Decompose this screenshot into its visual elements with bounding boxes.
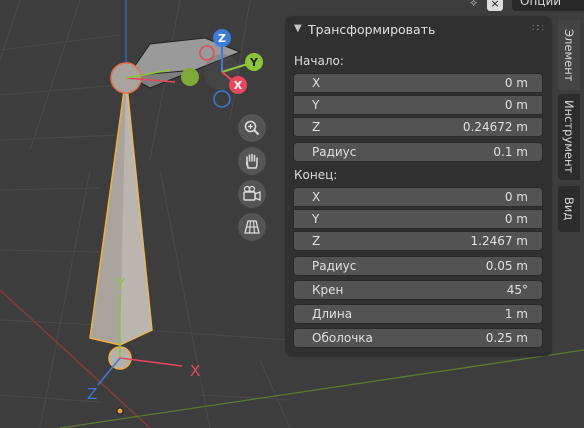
zoom-icon bbox=[244, 120, 260, 136]
chevron-down-icon: ▼ bbox=[294, 23, 302, 34]
options-dropdown[interactable]: Опции bbox=[512, 0, 584, 11]
head-y-field[interactable]: Y 0 m bbox=[293, 95, 543, 115]
perspective-toggle-button[interactable] bbox=[238, 213, 266, 241]
head-x-field[interactable]: X 0 m bbox=[293, 73, 543, 93]
axis-z-label: Z bbox=[87, 385, 97, 403]
tail-radius-field[interactable]: Радиус 0.05 m bbox=[293, 256, 543, 276]
tail-x-field[interactable]: X 0 m bbox=[293, 187, 543, 207]
envelope-field[interactable]: Оболочка 0.25 m bbox=[293, 328, 543, 348]
hand-icon bbox=[246, 153, 258, 169]
grid-icon bbox=[244, 220, 260, 234]
panel-title: Трансформировать bbox=[308, 22, 436, 37]
y-axis-line bbox=[59, 349, 584, 428]
camera-view-button[interactable] bbox=[238, 180, 266, 208]
pan-button[interactable] bbox=[238, 147, 266, 175]
transform-panel: ▼ Трансформировать ∷∷ Начало: X 0 m Y 0 … bbox=[286, 17, 551, 356]
roll-field[interactable]: Крен 45° bbox=[293, 280, 543, 300]
head-z-field[interactable]: Z 0.24672 m bbox=[293, 117, 543, 137]
tail-section-label: Конец: bbox=[294, 168, 338, 182]
axis-x-label: X bbox=[190, 362, 200, 380]
zoom-button[interactable] bbox=[238, 114, 266, 142]
camera-icon bbox=[243, 185, 261, 201]
link-icon: ⟡ bbox=[470, 0, 478, 9]
close-button[interactable]: × bbox=[487, 0, 503, 11]
svg-text:X: X bbox=[234, 79, 243, 92]
tab-item[interactable]: Элемент bbox=[558, 20, 580, 90]
tail-y-field[interactable]: Y 0 m bbox=[293, 209, 543, 229]
panel-header[interactable]: ▼ Трансформировать ∷∷ bbox=[286, 17, 551, 44]
svg-text:Y: Y bbox=[249, 56, 259, 69]
svg-text:Z: Z bbox=[218, 32, 226, 45]
tail-z-field[interactable]: Z 1.2467 m bbox=[293, 231, 543, 251]
drag-handle-icon[interactable]: ∷∷ bbox=[532, 23, 544, 34]
origin-dot bbox=[116, 407, 124, 415]
head-radius-field[interactable]: Радиус 0.1 m bbox=[293, 142, 543, 162]
axis-y-label: Y bbox=[115, 275, 126, 293]
tab-tool[interactable]: Инструмент bbox=[558, 94, 580, 180]
head-section-label: Начало: bbox=[294, 54, 344, 68]
length-field[interactable]: Длина 1 m bbox=[293, 304, 543, 324]
tab-view[interactable]: Вид bbox=[558, 186, 580, 232]
